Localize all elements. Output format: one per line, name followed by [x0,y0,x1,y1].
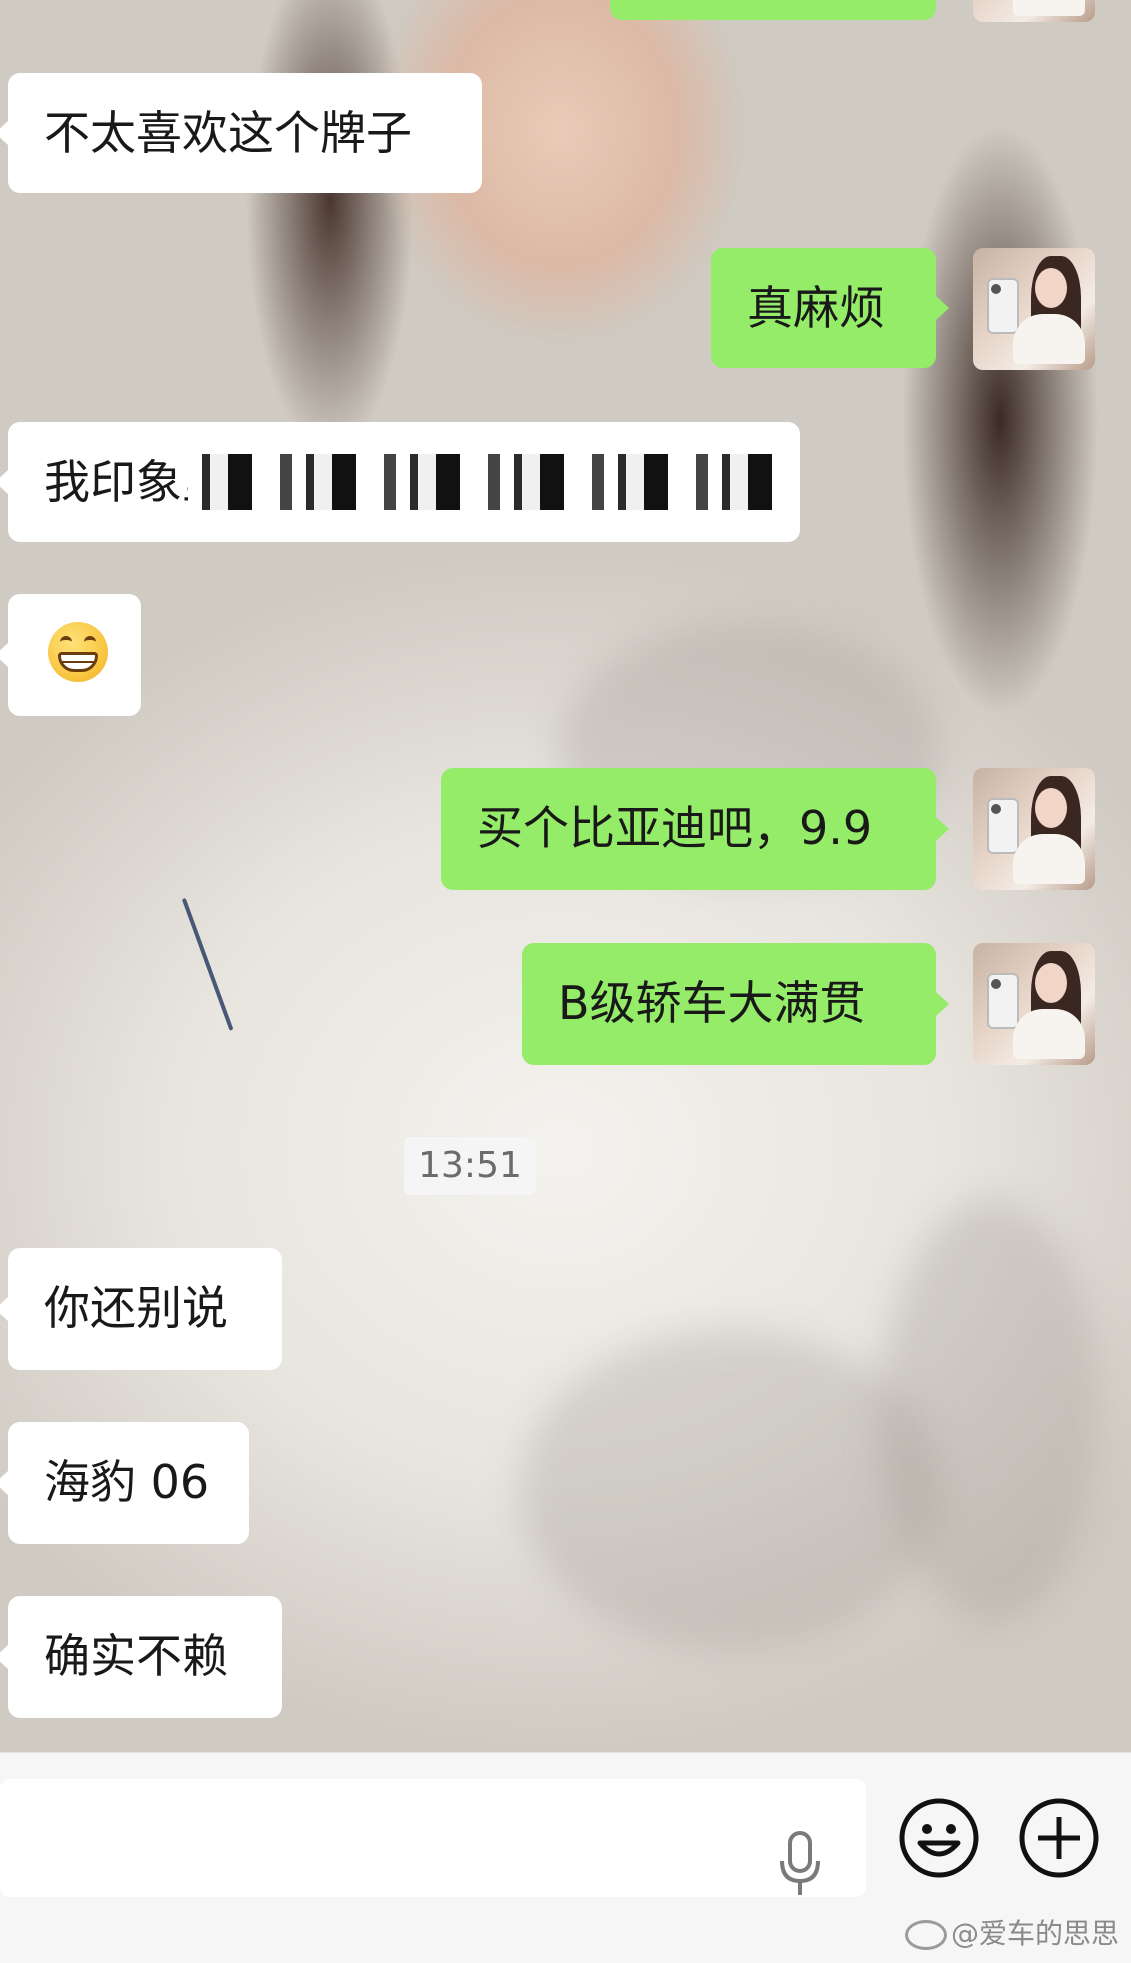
my-avatar[interactable] [973,0,1095,22]
message-timestamp: 13:51 [404,1137,536,1195]
mic-icon[interactable] [778,1831,822,1899]
plus-icon[interactable] [1018,1797,1100,1879]
bubble-tail [0,121,8,145]
message-bubble-incoming[interactable]: 确实不赖 [8,1596,282,1718]
bubble-tail [936,296,949,320]
bubble-tail [0,1471,8,1495]
bubble-tail [0,1645,8,1669]
background-shadow [520,1330,940,1650]
bubble-tail [0,1297,8,1321]
bubble-tail [0,643,8,667]
message-bubble-incoming[interactable] [8,594,141,716]
message-bubble-incoming[interactable]: 不太喜欢这个牌子 [8,73,482,193]
watermark-text: @爱车的思思 [950,1917,1119,1950]
shirt-logo-print [135,890,276,1031]
message-text: 买个比亚迪吧，9.9 [477,801,873,855]
bubble-tail [0,470,8,494]
weibo-icon [904,1920,947,1950]
message-bubble-incoming[interactable]: 你还别说 [8,1248,282,1370]
bubble-tail [936,817,949,841]
grinning-face-emoji-icon [48,622,108,682]
message-text: 真麻烦 [747,281,885,335]
redacted-text-mosaic [188,454,798,510]
emoji-icon[interactable] [898,1797,980,1879]
bubble-tail [936,992,949,1016]
message-bubble-incoming[interactable]: 我印象里 [8,422,800,542]
message-text: 海豹 06 [44,1455,210,1509]
background-shadow [880,1200,1100,1620]
message-bubble-outgoing[interactable]: B级轿车大满贯 [522,943,936,1065]
message-bubble-outgoing[interactable]: 买个比亚迪吧，9.9 [441,768,936,890]
message-bubble-incoming[interactable]: 海豹 06 [8,1422,249,1544]
watermark: @爱车的思思 [904,1912,1119,1952]
message-input[interactable] [0,1779,866,1897]
my-avatar[interactable] [973,943,1095,1065]
message-text: 确实不赖 [44,1629,228,1683]
message-text: B级轿车大满贯 [558,976,866,1030]
message-text: 不太喜欢这个牌子 [44,106,412,160]
my-avatar[interactable] [973,768,1095,890]
my-avatar[interactable] [973,248,1095,370]
message-bubble-outgoing[interactable]: 真麻烦 [711,248,936,368]
message-text: 你还别说 [44,1281,228,1335]
message-bubble-outgoing-partial[interactable] [610,0,936,20]
